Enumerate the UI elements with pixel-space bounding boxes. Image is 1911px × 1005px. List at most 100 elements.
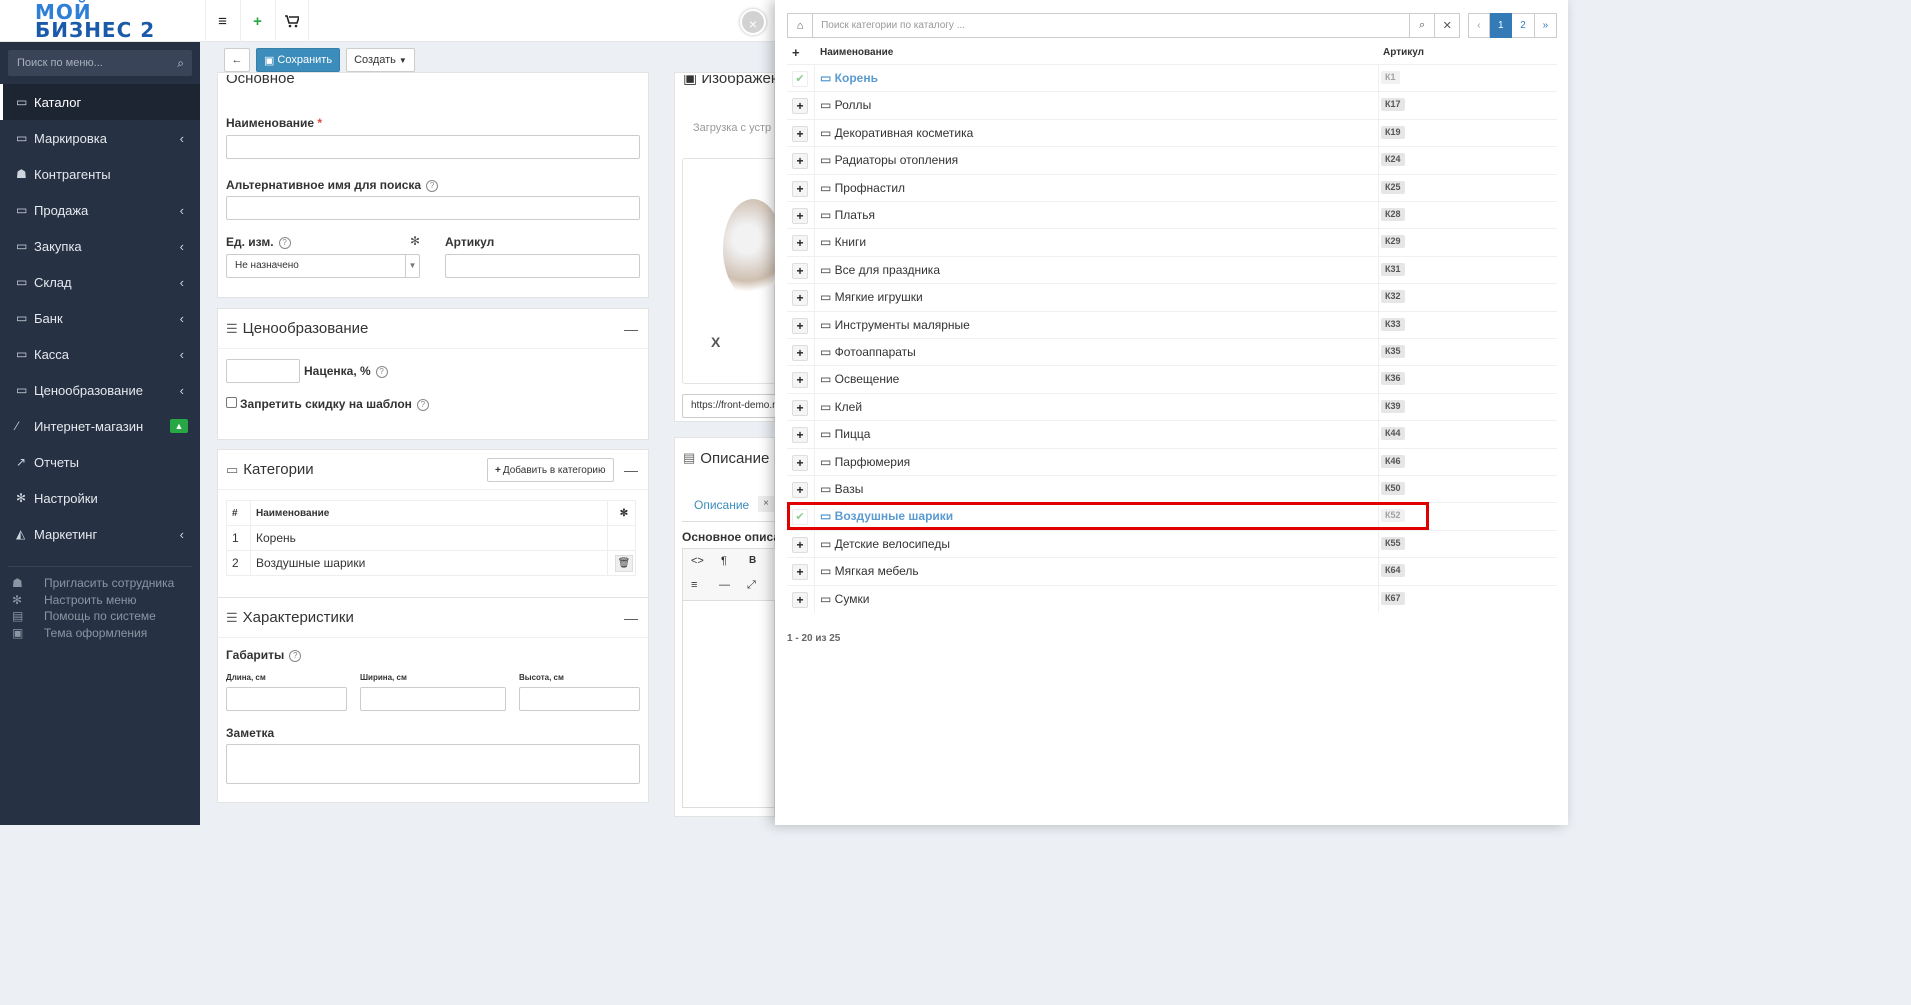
- picker-row-name[interactable]: ▭ Пицца: [820, 421, 870, 448]
- tab-description[interactable]: Описание: [694, 498, 749, 512]
- picker-row[interactable]: + ▭ Сумки К67: [787, 584, 1557, 613]
- note-textarea[interactable]: [226, 744, 640, 784]
- name-input[interactable]: [226, 135, 640, 159]
- sidebar-item-purchase[interactable]: ▭ Закупка ‹: [0, 228, 200, 264]
- picker-row[interactable]: + ▭ Все для праздника К31: [787, 255, 1557, 284]
- sidebar-item-contractors[interactable]: ☗ Контрагенты: [0, 156, 200, 192]
- page-prev[interactable]: ‹: [1467, 13, 1491, 38]
- picker-row[interactable]: + ▭ Профнастил К25: [787, 173, 1557, 202]
- picker-row-name[interactable]: ▭ Инструменты малярные: [820, 312, 970, 339]
- help-icon[interactable]: ?: [426, 179, 439, 192]
- plus-icon[interactable]: +: [792, 235, 808, 252]
- plus-icon[interactable]: +: [792, 98, 808, 115]
- picker-row-name[interactable]: ▭ Корень: [820, 65, 878, 92]
- picker-row[interactable]: + ▭ Платья К28: [787, 201, 1557, 229]
- plus-icon[interactable]: +: [792, 45, 800, 60]
- sidebar-invite-link[interactable]: ☗ Пригласить сотрудника: [0, 575, 200, 592]
- picker-row[interactable]: + ▭ Фотоаппараты К35: [787, 338, 1557, 366]
- picker-row-name[interactable]: ▭ Радиаторы отопления: [820, 147, 958, 174]
- markup-input[interactable]: [226, 359, 300, 383]
- collapse-icon[interactable]: —: [624, 321, 638, 337]
- picker-row[interactable]: + ▭ Инструменты малярные К33: [787, 310, 1557, 339]
- picker-row-name[interactable]: ▭ Парфюмерия: [820, 449, 910, 476]
- plus-icon[interactable]: +: [792, 536, 808, 553]
- rich-editor[interactable]: <> ¶ B ≡ — ⤢: [682, 548, 775, 808]
- paragraph-icon[interactable]: ¶: [721, 555, 727, 567]
- code-icon[interactable]: <>: [691, 555, 704, 567]
- picker-search-input[interactable]: Поиск категории по каталогу ...: [813, 13, 1411, 38]
- plus-icon[interactable]: +: [792, 208, 808, 224]
- sidebar-item-cash[interactable]: ▭ Касса ‹: [0, 336, 200, 372]
- picker-row-name[interactable]: ▭ Мягкие игрушки: [820, 284, 923, 311]
- picker-row[interactable]: + ▭ Вазы К50: [787, 475, 1557, 503]
- sidebar-item-reports[interactable]: ↗ Отчеты: [0, 444, 200, 480]
- search-icon[interactable]: ⌕: [1410, 13, 1436, 38]
- picker-row[interactable]: ✔ ▭ Корень К1: [787, 64, 1557, 92]
- help-icon[interactable]: ?: [375, 365, 388, 378]
- clear-icon[interactable]: ✕: [1435, 13, 1461, 38]
- plus-icon[interactable]: +: [792, 317, 808, 334]
- page-1[interactable]: 1: [1490, 13, 1513, 38]
- sidebar-item-warehouse[interactable]: ▭ Склад ‹: [0, 264, 200, 300]
- sidebar-search-input[interactable]: Поиск по меню... ⌕: [8, 50, 192, 76]
- picker-row-name[interactable]: ▭ Вазы: [820, 476, 863, 503]
- add-to-category-button[interactable]: + Добавить в категорию: [487, 458, 614, 482]
- collapse-icon[interactable]: —: [624, 610, 638, 626]
- picker-row-name[interactable]: ▭ Сумки: [820, 586, 869, 613]
- home-icon[interactable]: ⌂: [787, 13, 814, 38]
- hamburger-icon[interactable]: ≡: [205, 0, 239, 42]
- gear-icon[interactable]: ✻: [607, 500, 636, 526]
- sidebar-item-marketing[interactable]: ◭ Маркетинг ‹: [0, 516, 200, 552]
- sidebar-item-online-store[interactable]: ⁄ Интернет-магазин ▲: [0, 408, 200, 444]
- sidebar-customize-menu-link[interactable]: ✻ Настроить меню: [0, 592, 200, 609]
- save-button[interactable]: ▣ Сохранить: [256, 48, 341, 72]
- page-2[interactable]: 2: [1512, 13, 1535, 38]
- no-discount-checkbox[interactable]: [226, 397, 237, 408]
- close-picker-button[interactable]: ×: [740, 9, 766, 35]
- align-left-icon[interactable]: ≡: [691, 579, 697, 591]
- plus-icon[interactable]: +: [792, 345, 808, 361]
- picker-row-name[interactable]: ▭ Детские велосипеды: [820, 531, 950, 558]
- picker-row[interactable]: + ▭ Клей К39: [787, 392, 1557, 421]
- plus-icon[interactable]: +: [792, 262, 808, 279]
- picker-row[interactable]: + ▭ Мягкие игрушки К32: [787, 283, 1557, 312]
- plus-icon[interactable]: +: [792, 454, 808, 471]
- close-icon[interactable]: ×: [758, 496, 774, 512]
- picker-row[interactable]: + ▭ Освещение К36: [787, 365, 1557, 394]
- plus-icon[interactable]: +: [792, 564, 808, 581]
- picker-row-name[interactable]: ▭ Освещение: [820, 366, 899, 393]
- height-input[interactable]: [519, 687, 640, 711]
- picker-row-name[interactable]: ▭ Платья: [820, 202, 875, 229]
- picker-row-name[interactable]: ▭ Клей: [820, 394, 862, 421]
- plus-icon[interactable]: +: [792, 372, 808, 389]
- unit-select[interactable]: Не назначено ▼: [226, 254, 420, 278]
- bold-icon[interactable]: B: [749, 555, 756, 566]
- sidebar-theme-link[interactable]: ▣ Тема оформления: [0, 625, 200, 642]
- logo[interactable]: МОЙ БИЗНЕС 2: [0, 0, 200, 42]
- picker-row[interactable]: + ▭ Мягкая мебель К64: [787, 557, 1557, 586]
- alt-name-input[interactable]: [226, 196, 640, 220]
- picker-row-name[interactable]: ▭ Книги: [820, 229, 866, 256]
- picker-row[interactable]: + ▭ Радиаторы отопления К24: [787, 146, 1557, 175]
- picker-row-name[interactable]: ▭ Роллы: [820, 92, 871, 119]
- check-icon[interactable]: ✔: [792, 71, 808, 87]
- sidebar-item-pricing[interactable]: ▭ Ценообразование ‹: [0, 372, 200, 408]
- remove-image-button[interactable]: X: [711, 334, 720, 350]
- picker-row[interactable]: + ▭ Пицца К44: [787, 420, 1557, 449]
- create-dropdown-button[interactable]: Создать ▼: [346, 48, 415, 72]
- gear-icon[interactable]: ✻: [410, 234, 420, 248]
- horizontal-rule-icon[interactable]: —: [719, 579, 730, 591]
- picker-row-name[interactable]: ▭ Фотоаппараты: [820, 339, 916, 366]
- length-input[interactable]: [226, 687, 347, 711]
- plus-icon[interactable]: +: [792, 482, 808, 498]
- picker-row-name[interactable]: ▭ Мягкая мебель: [820, 558, 919, 585]
- plus-icon[interactable]: +: [240, 0, 274, 42]
- picker-row[interactable]: + ▭ Роллы К17: [787, 91, 1557, 120]
- sidebar-item-bank[interactable]: ▭ Банк ‹: [0, 300, 200, 336]
- page-next[interactable]: »: [1534, 13, 1558, 38]
- picker-row[interactable]: + ▭ Книги К29: [787, 228, 1557, 257]
- image-url-input[interactable]: https://front-demo.n: [682, 394, 775, 418]
- help-icon[interactable]: ?: [278, 236, 291, 249]
- picker-row[interactable]: + ▭ Детские велосипеды К55: [787, 529, 1557, 558]
- collapse-icon[interactable]: —: [624, 462, 638, 478]
